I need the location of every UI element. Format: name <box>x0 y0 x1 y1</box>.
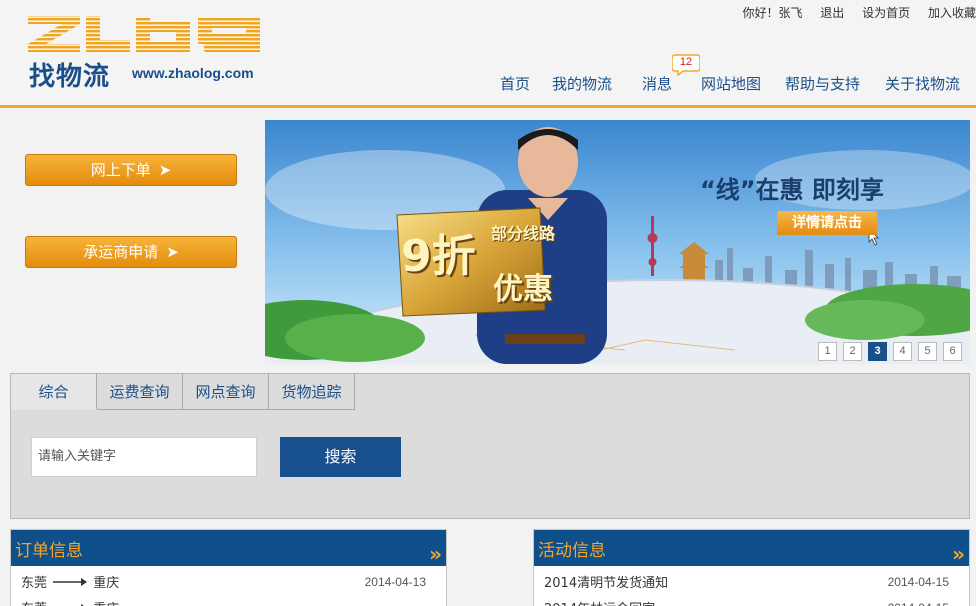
online-order-label: 网上下单 <box>90 161 151 179</box>
promo-label-text: 优惠 <box>493 272 553 307</box>
nav-messages[interactable]: 消息 <box>642 73 672 94</box>
zlog-logo[interactable] <box>28 14 278 54</box>
nav-about[interactable]: 关于找物流 <box>885 73 960 94</box>
page: 找物流 www.zhaolog.com 你好！张飞 退出 设为首页 加入收藏 1… <box>0 0 976 606</box>
logo-url[interactable]: www.zhaolog.com <box>132 65 254 81</box>
activity-date: 2014-04-15 <box>888 601 949 606</box>
order-to: 重庆 <box>93 602 119 606</box>
activity-row[interactable]: 2014年林运会回家 2014-04-15 <box>544 598 949 606</box>
banner-page-1[interactable]: 1 <box>818 342 837 361</box>
nav-home[interactable]: 首页 <box>500 73 530 94</box>
activity-row[interactable]: 2014清明节发货通知 2014-04-15 <box>544 572 949 596</box>
tab-freight-query[interactable]: 运费查询 <box>97 374 183 410</box>
activity-date: 2014-04-15 <box>887 575 949 589</box>
activity-info-panel: 活动信息 » 2014清明节发货通知 2014-04-15 2014年林运会回家… <box>533 529 970 606</box>
header: 找物流 www.zhaolog.com 你好！张飞 退出 设为首页 加入收藏 1… <box>0 0 976 108</box>
logo-chinese-name[interactable]: 找物流 <box>29 56 110 93</box>
banner-page-4[interactable]: 4 <box>893 342 912 361</box>
nav-sitemap[interactable]: 网站地图 <box>701 73 761 94</box>
carrier-apply-button[interactable]: 承运商申请 ➤ <box>25 236 237 268</box>
tab-branch-query[interactable]: 网点查询 <box>183 374 269 410</box>
order-route: 东莞 重庆 <box>21 598 119 606</box>
logout-link[interactable]: 退出 <box>820 6 844 20</box>
activity-panel-header: 活动信息 » <box>534 530 969 566</box>
banner-headline: “线”在惠 即刻享 <box>700 176 884 204</box>
order-from: 东莞 <box>21 576 48 591</box>
order-panel-header: 订单信息 » <box>11 530 446 566</box>
message-badge-count: 12 <box>679 56 693 68</box>
promo-small-text: 部分线路 <box>491 224 556 243</box>
banner-page-5[interactable]: 5 <box>918 342 937 361</box>
order-from: 东莞 <box>21 602 47 606</box>
arrow-right-icon: ➤ <box>166 243 179 261</box>
activity-panel-title: 活动信息 <box>538 541 606 561</box>
search-panel: 综合 运费查询 网点查询 货物追踪 请输入关键字 搜索 <box>10 373 970 519</box>
more-chevrons-icon[interactable]: » <box>952 542 965 566</box>
search-input[interactable]: 请输入关键字 <box>31 437 257 477</box>
banner-page-2[interactable]: 2 <box>843 342 862 361</box>
banner-artwork <box>265 120 970 364</box>
tab-cargo-tracking[interactable]: 货物追踪 <box>269 374 355 410</box>
order-date: 2014-04-13 <box>364 575 426 589</box>
more-chevrons-icon[interactable]: » <box>429 542 442 566</box>
order-info-panel: 订单信息 » 东莞 重庆 2014-04-13 东莞 重庆 <box>10 529 447 606</box>
nav-help-support[interactable]: 帮助与支持 <box>785 73 860 94</box>
activity-title[interactable]: 2014年林运会回家 <box>544 598 655 606</box>
activity-title[interactable]: 2014清明节发货通知 <box>544 572 668 591</box>
banner-details-button[interactable]: 详情请点击 <box>777 211 877 235</box>
arrow-right-icon: ➤ <box>158 161 172 179</box>
nav-my-logistics[interactable]: 我的物流 <box>552 73 612 94</box>
user-greeting: 你好！张飞 <box>742 6 803 20</box>
online-order-button[interactable]: 网上下单 ➤ <box>25 154 237 186</box>
search-button[interactable]: 搜索 <box>280 437 401 477</box>
banner-page-6[interactable]: 6 <box>943 342 962 361</box>
top-links: 你好！张飞 退出 设为首页 加入收藏 <box>742 4 976 21</box>
promo-big-text: 9折 <box>401 231 476 282</box>
order-to: 重庆 <box>93 576 120 591</box>
set-homepage-link[interactable]: 设为首页 <box>862 6 910 20</box>
arrow-long-right-icon <box>53 576 88 591</box>
order-row[interactable]: 东莞 重庆 2014-04-13 <box>21 572 426 596</box>
arrow-long-right-icon <box>53 602 87 606</box>
add-favorite-link[interactable]: 加入收藏 <box>928 6 976 20</box>
order-route: 东莞 重庆 <box>21 572 119 591</box>
tab-general[interactable]: 综合 <box>11 374 97 410</box>
promo-banner[interactable]: 9折 部分线路 优惠 “线”在惠 即刻享 详情请点击 1 2 3 4 5 6 <box>265 120 970 364</box>
carrier-apply-label: 承运商申请 <box>83 243 159 261</box>
order-panel-title: 订单信息 <box>15 541 83 561</box>
order-row[interactable]: 东莞 重庆 <box>21 598 426 606</box>
banner-page-3[interactable]: 3 <box>868 342 887 361</box>
